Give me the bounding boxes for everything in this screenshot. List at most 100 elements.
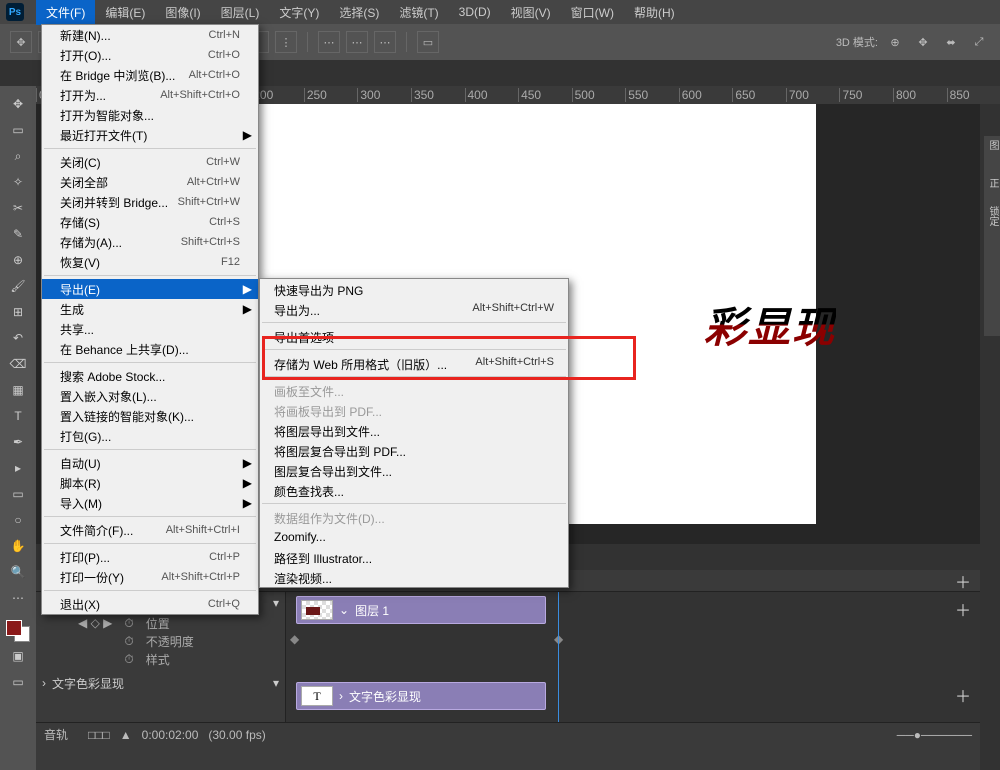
menu-item[interactable]: 最近打开文件(T)▶ [42, 125, 258, 145]
stopwatch-icon[interactable]: ⏱ [124, 652, 133, 667]
menu-item[interactable]: 打开(O)...Ctrl+O [42, 45, 258, 65]
add-track-button[interactable]: ＋ [952, 570, 974, 592]
foreground-color[interactable] [6, 620, 22, 636]
track-prop-opacity[interactable]: ◀ ◇ ▶ ⏱ 不透明度 [36, 632, 285, 650]
timeline-clip-layer1[interactable]: ⌄ 图层 1 [296, 596, 546, 624]
screen-mode-icon[interactable]: ▭ [6, 670, 30, 694]
submenu-item[interactable]: 颜色查找表... [260, 480, 568, 500]
distribute-icon[interactable]: ⋮ [275, 31, 297, 53]
menu-item[interactable]: 导出(E)▶ [42, 279, 258, 299]
expand-icon[interactable]: › [339, 689, 343, 703]
path-select-tool[interactable]: ▸ [6, 456, 30, 480]
eraser-tool[interactable]: ⌫ [6, 352, 30, 376]
zoom-slider[interactable]: ──●────── [897, 728, 972, 742]
add-media-button[interactable]: ＋ [952, 684, 974, 706]
menu-item[interactable]: 恢复(V)F12 [42, 252, 258, 272]
menu-item[interactable]: 编辑(E) [95, 0, 155, 25]
submenu-item[interactable]: 存储为 Web 所用格式（旧版）...Alt+Shift+Ctrl+S [260, 353, 568, 373]
distribute-icon[interactable]: ⋯ [318, 31, 340, 53]
stopwatch-icon[interactable]: ⏱ [124, 616, 133, 631]
history-brush-tool[interactable]: ↶ [6, 326, 30, 350]
add-media-button[interactable]: ＋ [952, 598, 974, 620]
submenu-item[interactable]: Zoomify... [260, 527, 568, 547]
audio-track-label[interactable]: 音轨 [44, 726, 68, 743]
menu-item[interactable]: 打开为...Alt+Shift+Ctrl+O [42, 85, 258, 105]
pen-tool[interactable]: ✒ [6, 430, 30, 454]
menu-item[interactable]: 3D(D) [449, 1, 501, 23]
submenu-item[interactable]: 快速导出为 PNG [260, 279, 568, 299]
move-tool-preset-icon[interactable]: ✥ [10, 31, 32, 53]
menu-item[interactable]: 共享... [42, 319, 258, 339]
expand-icon[interactable]: › [42, 676, 46, 690]
expand-icon[interactable]: ⌄ [339, 603, 349, 617]
healing-tool[interactable]: ⊕ [6, 248, 30, 272]
keyframe-nav-icon[interactable]: ◀ ◇ ▶ [78, 616, 112, 630]
menu-item[interactable]: 置入链接的智能对象(K)... [42, 406, 258, 426]
menu-item[interactable]: 脚本(R)▶ [42, 473, 258, 493]
menu-item[interactable]: 选择(S) [329, 0, 389, 25]
crop-tool[interactable]: ✂ [6, 196, 30, 220]
menu-item[interactable]: 打包(G)... [42, 426, 258, 446]
menu-item[interactable]: 打印一份(Y)Alt+Shift+Ctrl+P [42, 567, 258, 587]
3d-slide-icon[interactable]: ⬌ [940, 31, 962, 53]
menu-item[interactable]: 存储为(A)...Shift+Ctrl+S [42, 232, 258, 252]
track-row-layer2[interactable]: › 文字色彩显现 ▾ [36, 672, 285, 694]
track-prop-style[interactable]: ◀ ◇ ▶ ⏱ 样式 [36, 650, 285, 668]
zoom-out-icon[interactable]: ▲ [120, 728, 132, 742]
submenu-item[interactable]: 导出为...Alt+Shift+Ctrl+W [260, 299, 568, 319]
stamp-tool[interactable]: ⊞ [6, 300, 30, 324]
menu-item[interactable]: 图层(L) [211, 0, 270, 25]
menu-item[interactable]: 新建(N)...Ctrl+N [42, 25, 258, 45]
submenu-item[interactable]: 将图层复合导出到 PDF... [260, 440, 568, 460]
3d-pan-icon[interactable]: ✥ [912, 31, 934, 53]
menu-item[interactable]: 滤镜(T) [389, 0, 448, 25]
move-tool[interactable]: ✥ [6, 92, 30, 116]
menu-item[interactable]: 关闭并转到 Bridge...Shift+Ctrl+W [42, 192, 258, 212]
menu-item[interactable]: 图像(I) [155, 0, 210, 25]
menu-item[interactable]: 文字(Y) [269, 0, 329, 25]
menu-item[interactable]: 关闭全部Alt+Ctrl+W [42, 172, 258, 192]
overlap-icon[interactable]: ▭ [417, 31, 439, 53]
3d-scale-icon[interactable]: ⤢ [968, 31, 990, 53]
magic-wand-tool[interactable]: ✧ [6, 170, 30, 194]
quick-mask-icon[interactable]: ▣ [6, 644, 30, 668]
track-prop-position[interactable]: ◀ ◇ ▶ ⏱ 位置 [36, 614, 285, 632]
3d-orbit-icon[interactable]: ⊕ [884, 31, 906, 53]
menu-item[interactable]: 存储(S)Ctrl+S [42, 212, 258, 232]
more-tools[interactable]: ⋯ [6, 586, 30, 610]
timeline-clip-layer2[interactable]: T › 文字色彩显现 [296, 682, 546, 710]
brush-tool[interactable]: 🖌 [6, 274, 30, 298]
ellipse-tool[interactable]: ○ [6, 508, 30, 532]
distribute-icon[interactable]: ⋯ [346, 31, 368, 53]
menu-item[interactable]: 退出(X)Ctrl+Q [42, 594, 258, 614]
menu-item[interactable]: 搜索 Adobe Stock... [42, 366, 258, 386]
type-tool[interactable]: T [6, 404, 30, 428]
submenu-item[interactable]: 将图层导出到文件... [260, 420, 568, 440]
menu-item[interactable]: 文件(F) [36, 0, 95, 25]
menu-item[interactable]: 窗口(W) [561, 0, 624, 25]
shape-tool[interactable]: ▭ [6, 482, 30, 506]
track-menu-icon[interactable]: ▾ [273, 596, 279, 610]
menu-item[interactable]: 打开为智能对象... [42, 105, 258, 125]
menu-item[interactable]: 打印(P)...Ctrl+P [42, 547, 258, 567]
track-menu-icon[interactable]: ▾ [273, 676, 279, 690]
menu-item[interactable]: 自动(U)▶ [42, 453, 258, 473]
submenu-item[interactable]: 渲染视频... [260, 567, 568, 587]
frames-toggle[interactable]: □□□ [88, 728, 110, 742]
hand-tool[interactable]: ✋ [6, 534, 30, 558]
color-swatches[interactable] [6, 620, 30, 642]
menu-item[interactable]: 帮助(H) [624, 0, 685, 25]
submenu-item[interactable]: 导出首选项 [260, 326, 568, 346]
gradient-tool[interactable]: ▦ [6, 378, 30, 402]
menu-item[interactable]: 生成▶ [42, 299, 258, 319]
submenu-item[interactable]: 路径到 Illustrator... [260, 547, 568, 567]
menu-item[interactable]: 视图(V) [501, 0, 561, 25]
distribute-icon[interactable]: ⋯ [374, 31, 396, 53]
lasso-tool[interactable]: ⌕ [6, 144, 30, 168]
eyedropper-tool[interactable]: ✎ [6, 222, 30, 246]
menu-item[interactable]: 置入嵌入对象(L)... [42, 386, 258, 406]
menu-item[interactable]: 在 Behance 上共享(D)... [42, 339, 258, 359]
menu-item[interactable]: 文件简介(F)...Alt+Shift+Ctrl+I [42, 520, 258, 540]
menu-item[interactable]: 导入(M)▶ [42, 493, 258, 513]
stopwatch-icon[interactable]: ⏱ [124, 634, 133, 649]
